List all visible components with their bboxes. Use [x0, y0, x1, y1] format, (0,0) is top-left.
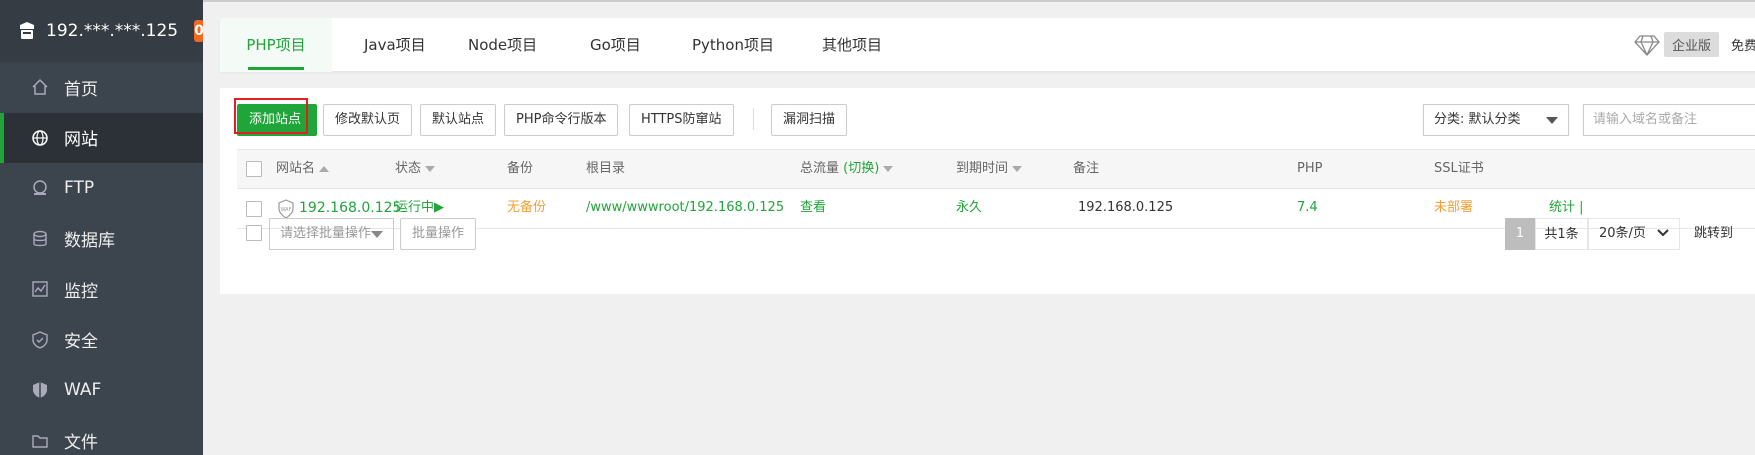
- table-footer: 请选择批量操作 批量操作 1 共1条 20条/页 跳转到: [220, 216, 1755, 256]
- ftp-icon: [30, 178, 50, 198]
- sidebar-item-label: 文件: [64, 433, 98, 454]
- sort-asc-icon: [319, 165, 330, 172]
- page-size-value: 20条/页: [1599, 226, 1646, 241]
- tab-php[interactable]: PHP项目: [220, 18, 332, 72]
- header-backup: 备份: [507, 161, 534, 176]
- home-icon: [30, 77, 50, 97]
- svg-text:WAF: WAF: [281, 207, 292, 213]
- shield-check-icon: [30, 330, 50, 350]
- sidebar: 192.***.***.125 0 首页 网站 FTP 数据库 监控 安全 WA…: [0, 0, 204, 455]
- tab-other[interactable]: 其他项目: [798, 18, 906, 72]
- waf-shield-icon: [30, 380, 50, 400]
- header-ssl: SSL证书: [1434, 161, 1484, 176]
- default-site-button[interactable]: 默认站点: [420, 104, 497, 136]
- enterprise-badge[interactable]: 企业版: [1663, 32, 1719, 57]
- sidebar-item-label: 网站: [64, 130, 98, 151]
- batch-operation-button[interactable]: 批量操作: [400, 218, 477, 250]
- traffic-switch-link[interactable]: (切换): [843, 161, 879, 176]
- footer-select-all-checkbox[interactable]: [246, 225, 262, 241]
- site-panel: 添加站点 修改默认页 默认站点 PHP命令行版本 HTTPS防窜站 漏洞扫描 分…: [220, 88, 1755, 294]
- search-input[interactable]: 请输入域名或备注: [1583, 104, 1755, 136]
- search-placeholder: 请输入域名或备注: [1593, 112, 1698, 127]
- globe-icon: [30, 128, 50, 148]
- sort-desc-icon: [883, 165, 894, 172]
- chevron-down-icon: [1657, 228, 1669, 238]
- folder-icon: [30, 431, 50, 451]
- sidebar-item-security[interactable]: 安全: [0, 315, 203, 366]
- tab-java[interactable]: Java项目: [340, 18, 450, 72]
- diamond-icon: [1634, 34, 1660, 56]
- page-number-current[interactable]: 1: [1505, 218, 1535, 250]
- sidebar-item-label: 数据库: [64, 231, 115, 252]
- row-checkbox[interactable]: [246, 201, 262, 217]
- project-tabs: PHP项目 Java项目 Node项目 Go项目 Python项目 其他项目 企…: [220, 18, 1755, 72]
- free-edition-label[interactable]: 免费版: [1731, 35, 1755, 54]
- tab-node[interactable]: Node项目: [444, 18, 561, 72]
- category-select-value: 分类: 默认分类: [1434, 112, 1521, 127]
- table-header: 网站名 状态 备份 根目录 总流量 (切换) 到期时间 备注 PHP SSL证书: [237, 149, 1755, 189]
- sort-desc-icon: [1012, 165, 1023, 172]
- tab-python[interactable]: Python项目: [668, 18, 798, 72]
- caret-down-icon: [1546, 117, 1558, 124]
- edition-info[interactable]: 企业版 免费版: [1634, 32, 1755, 57]
- tab-go[interactable]: Go项目: [566, 18, 665, 72]
- sidebar-item-label: WAF: [64, 380, 102, 401]
- sidebar-item-label: 安全: [64, 332, 98, 353]
- header-expire[interactable]: 到期时间: [956, 150, 1023, 188]
- header-status[interactable]: 状态: [395, 150, 436, 188]
- header-php: PHP: [1297, 161, 1323, 176]
- batch-operation-select[interactable]: 请选择批量操作: [269, 218, 394, 250]
- sidebar-item-label: 首页: [64, 79, 98, 100]
- vuln-scan-button[interactable]: 漏洞扫描: [771, 104, 848, 136]
- category-select[interactable]: 分类: 默认分类: [1423, 104, 1569, 136]
- page-size-select[interactable]: 20条/页: [1588, 218, 1680, 250]
- toolbar-divider: [753, 108, 754, 130]
- https-protect-button[interactable]: HTTPS防窜站: [629, 104, 734, 136]
- header-site-name[interactable]: 网站名: [276, 150, 330, 188]
- sidebar-item-label: 监控: [64, 281, 98, 302]
- sidebar-item-database[interactable]: 数据库: [0, 214, 203, 265]
- server-ip[interactable]: 192.***.***.125: [46, 21, 178, 41]
- monitor-icon: [30, 279, 50, 299]
- sidebar-item-ftp[interactable]: FTP: [0, 163, 203, 214]
- highlight-box: [234, 98, 308, 134]
- php-cli-version-button[interactable]: PHP命令行版本: [504, 104, 619, 136]
- main-content: PHP项目 Java项目 Node项目 Go项目 Python项目 其他项目 企…: [203, 0, 1755, 455]
- sidebar-item-files[interactable]: 文件: [0, 416, 203, 455]
- server-header: 192.***.***.125 0: [0, 0, 204, 62]
- database-icon: [30, 229, 50, 249]
- select-all-checkbox[interactable]: [246, 161, 262, 177]
- header-remark: 备注: [1073, 161, 1100, 176]
- jump-to-label: 跳转到: [1694, 226, 1734, 241]
- total-count: 共1条: [1535, 218, 1588, 250]
- batch-select-placeholder: 请选择批量操作: [280, 226, 372, 241]
- sidebar-item-home[interactable]: 首页: [0, 62, 203, 113]
- sort-desc-icon: [425, 165, 436, 172]
- header-traffic[interactable]: 总流量 (切换): [800, 150, 894, 188]
- server-icon: [18, 21, 36, 41]
- top-border: [203, 0, 1755, 2]
- sidebar-item-label: FTP: [64, 178, 95, 199]
- header-root-dir: 根目录: [586, 161, 626, 176]
- sidebar-item-website[interactable]: 网站: [0, 112, 203, 163]
- modify-default-page-button[interactable]: 修改默认页: [323, 104, 413, 136]
- caret-down-icon: [371, 231, 383, 238]
- sidebar-item-waf[interactable]: WAF: [0, 365, 203, 416]
- sidebar-item-monitor[interactable]: 监控: [0, 264, 203, 315]
